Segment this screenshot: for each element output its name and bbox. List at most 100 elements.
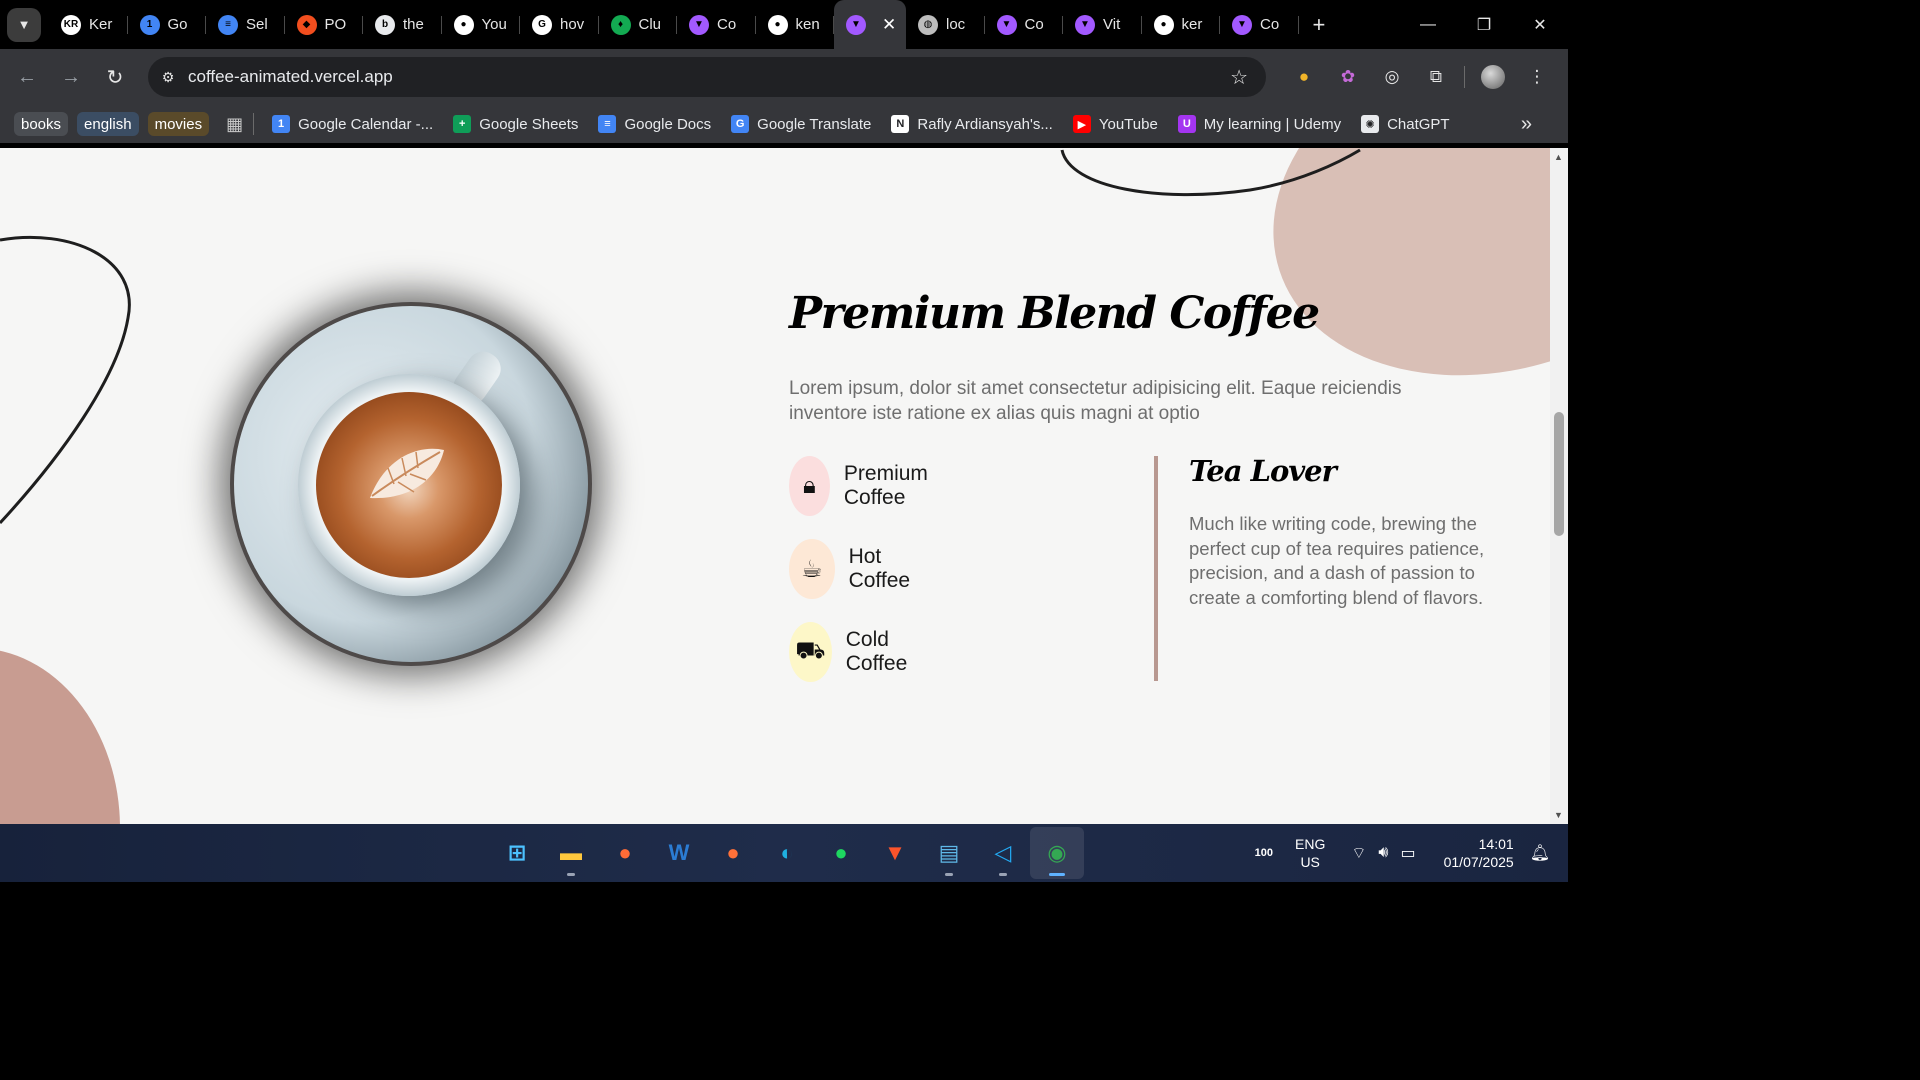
more-bookmarks-icon[interactable]: » xyxy=(1521,113,1532,136)
tab-search-button[interactable]: ▼ xyxy=(7,7,41,42)
google-docs-icon: ≡ xyxy=(218,14,238,35)
bookmark-item[interactable]: 1 Google Calendar -... xyxy=(272,115,433,133)
forward-button[interactable]: → xyxy=(49,57,93,97)
edge-icon[interactable]: ◐ xyxy=(760,827,814,879)
spotify-icon[interactable]: ● xyxy=(814,827,868,879)
bookmark-item[interactable]: ✺ ChatGPT xyxy=(1361,115,1450,133)
vite-icon: ▼ xyxy=(1075,14,1095,35)
system-tray: 100 ENG US ⌔ 🔊︎ ▭ 14:01 01/07/2025 🔔︎ xyxy=(1255,824,1568,882)
notification-bell-icon[interactable]: 🔔︎ xyxy=(1530,843,1550,863)
taskbar-apps: ⊞ ▬ ● W ● ◐ ● ▼ ▤ ◁ ◉ xyxy=(490,824,1084,882)
bookmark-folder-chip[interactable]: english xyxy=(77,112,139,136)
chrome-icon[interactable]: ◉ xyxy=(1030,827,1084,879)
windows-start-icon[interactable]: ⊞ xyxy=(490,827,544,879)
address-bar[interactable]: ⚙ coffee-animated.vercel.app ☆ xyxy=(148,57,1266,97)
minimize-button[interactable]: — xyxy=(1400,0,1456,49)
tab-active[interactable]: ▼ ✕ xyxy=(834,0,906,49)
page-viewport: Premium Blend Coffee Lorem ipsum, dolor … xyxy=(0,148,1550,824)
tab[interactable]: ▼ Co xyxy=(985,0,1064,49)
firefox-icon[interactable]: ● xyxy=(706,827,760,879)
new-tab-button[interactable]: + xyxy=(1313,12,1326,38)
bookmark-star-icon[interactable]: ☆ xyxy=(1230,65,1248,90)
window-controls: — ❐ ✕ xyxy=(1400,0,1568,49)
extensions-area: ● ✿ ◎ ⧉ ⋮ xyxy=(1282,49,1559,105)
file-explorer-icon[interactable]: ▬ xyxy=(544,827,598,879)
taskbar-glyph: ◉ xyxy=(1047,840,1067,865)
chatgpt-icon: ✺ xyxy=(1361,115,1380,133)
extensions-puzzle-icon[interactable]: ⧉ xyxy=(1414,57,1458,97)
wifi-icon[interactable]: ⌔ xyxy=(1351,843,1366,863)
bookmarks-divider xyxy=(253,113,255,135)
tab[interactable]: b the xyxy=(363,0,442,49)
globe-icon: ◍ xyxy=(918,14,938,35)
scrollbar-thumb[interactable] xyxy=(1554,412,1564,536)
word-icon[interactable]: W xyxy=(652,827,706,879)
taskbar-glyph: ◁ xyxy=(994,840,1012,865)
tab-label: Ker xyxy=(89,16,113,33)
tab[interactable]: ▼ Co xyxy=(677,0,756,49)
tab[interactable]: Ghov xyxy=(520,0,599,49)
tab[interactable]: 1 Go xyxy=(128,0,207,49)
tab-label: ker xyxy=(1181,16,1203,33)
extension-coins-icon[interactable]: ● xyxy=(1282,57,1326,97)
tab-label: Co xyxy=(717,16,737,33)
back-button[interactable]: ← xyxy=(5,57,49,97)
reload-button[interactable]: ↻ xyxy=(93,57,137,97)
tab[interactable]: ♦ Clu xyxy=(599,0,678,49)
tab[interactable]: ● You xyxy=(442,0,521,49)
postman-icon[interactable]: ● xyxy=(598,827,652,879)
google-calendar-icon: 1 xyxy=(272,115,291,133)
vite-icon: ▼ xyxy=(689,14,709,35)
google-translate-icon: G xyxy=(731,115,750,133)
tab-label: You xyxy=(481,16,507,33)
page-scrollbar[interactable]: ▲ ▼ xyxy=(1550,148,1568,824)
minimize-icon: — xyxy=(1420,15,1436,33)
taskbar-glyph: ▼ xyxy=(884,840,906,865)
bookmark-folder-chip[interactable]: movies xyxy=(147,112,210,136)
taskbar-glyph: ▬ xyxy=(560,840,582,865)
kebab-menu-icon[interactable]: ⋮ xyxy=(1515,57,1559,97)
scroll-down-icon[interactable]: ▼ xyxy=(1554,810,1563,820)
notepad-icon[interactable]: ▤ xyxy=(922,827,976,879)
bookmark-item[interactable]: ▶ YouTube xyxy=(1072,115,1158,133)
site-info-icon[interactable]: ⚙ xyxy=(148,69,188,86)
bookmark-item[interactable]: ≡ Google Docs xyxy=(598,115,711,133)
tab[interactable]: ▼ Vit xyxy=(1063,0,1142,49)
clock[interactable]: 14:01 01/07/2025 xyxy=(1444,835,1514,871)
tab-label: the xyxy=(403,16,424,33)
vscode-icon[interactable]: ◁ xyxy=(976,827,1030,879)
close-window-button[interactable]: ✕ xyxy=(1512,0,1568,49)
tab[interactable]: ◍ loc xyxy=(906,0,985,49)
vertical-divider xyxy=(1154,456,1158,681)
tab-label: PO xyxy=(324,16,347,33)
tab[interactable]: KR Ker xyxy=(49,0,128,49)
close-tab-icon[interactable]: ✕ xyxy=(882,15,896,35)
bookmarks-bar: books english movies ▦ 1 Google Calendar -.… xyxy=(0,105,1568,143)
volume-icon[interactable]: 🔊︎ xyxy=(1378,844,1388,862)
tab[interactable]: ◆ PO xyxy=(285,0,364,49)
url-text[interactable]: coffee-animated.vercel.app xyxy=(188,67,393,87)
tab[interactable]: ● ker xyxy=(1142,0,1221,49)
tab[interactable]: ● ken xyxy=(756,0,835,49)
bookmark-item[interactable]: + Google Sheets xyxy=(453,115,578,133)
profile-avatar[interactable] xyxy=(1481,65,1505,89)
scroll-up-icon[interactable]: ▲ xyxy=(1554,152,1563,162)
bookmark-item[interactable]: U My learning | Udemy xyxy=(1177,115,1341,133)
restore-button[interactable]: ❐ xyxy=(1456,0,1512,49)
apps-grid-icon[interactable]: ▦ xyxy=(226,114,243,135)
input-language[interactable]: ENG US xyxy=(1295,835,1325,871)
bookmark-folder-chip[interactable]: books xyxy=(14,112,69,136)
google-icon: G xyxy=(532,14,552,35)
tab[interactable]: ≡ Sel xyxy=(206,0,285,49)
browser-toolbar: ← → ↻ ⚙ coffee-animated.vercel.app ☆ ● ✿… xyxy=(0,49,1568,105)
bookmark-item[interactable]: N Rafly Ardiansyah's... xyxy=(891,115,1053,133)
battery-icon[interactable]: ▭ xyxy=(1400,843,1415,863)
tray-badge[interactable]: 100 xyxy=(1255,847,1273,859)
bookmark-item[interactable]: G Google Translate xyxy=(731,115,871,133)
bookmark-label: Google Docs xyxy=(624,115,712,133)
brave-icon[interactable]: ▼ xyxy=(868,827,922,879)
extension-brain-icon[interactable]: ✿ xyxy=(1326,57,1370,97)
tab[interactable]: ▼ Co xyxy=(1220,0,1299,49)
kr-avatar-icon: KR xyxy=(61,14,81,35)
extension-copilot-icon[interactable]: ◎ xyxy=(1370,57,1414,97)
